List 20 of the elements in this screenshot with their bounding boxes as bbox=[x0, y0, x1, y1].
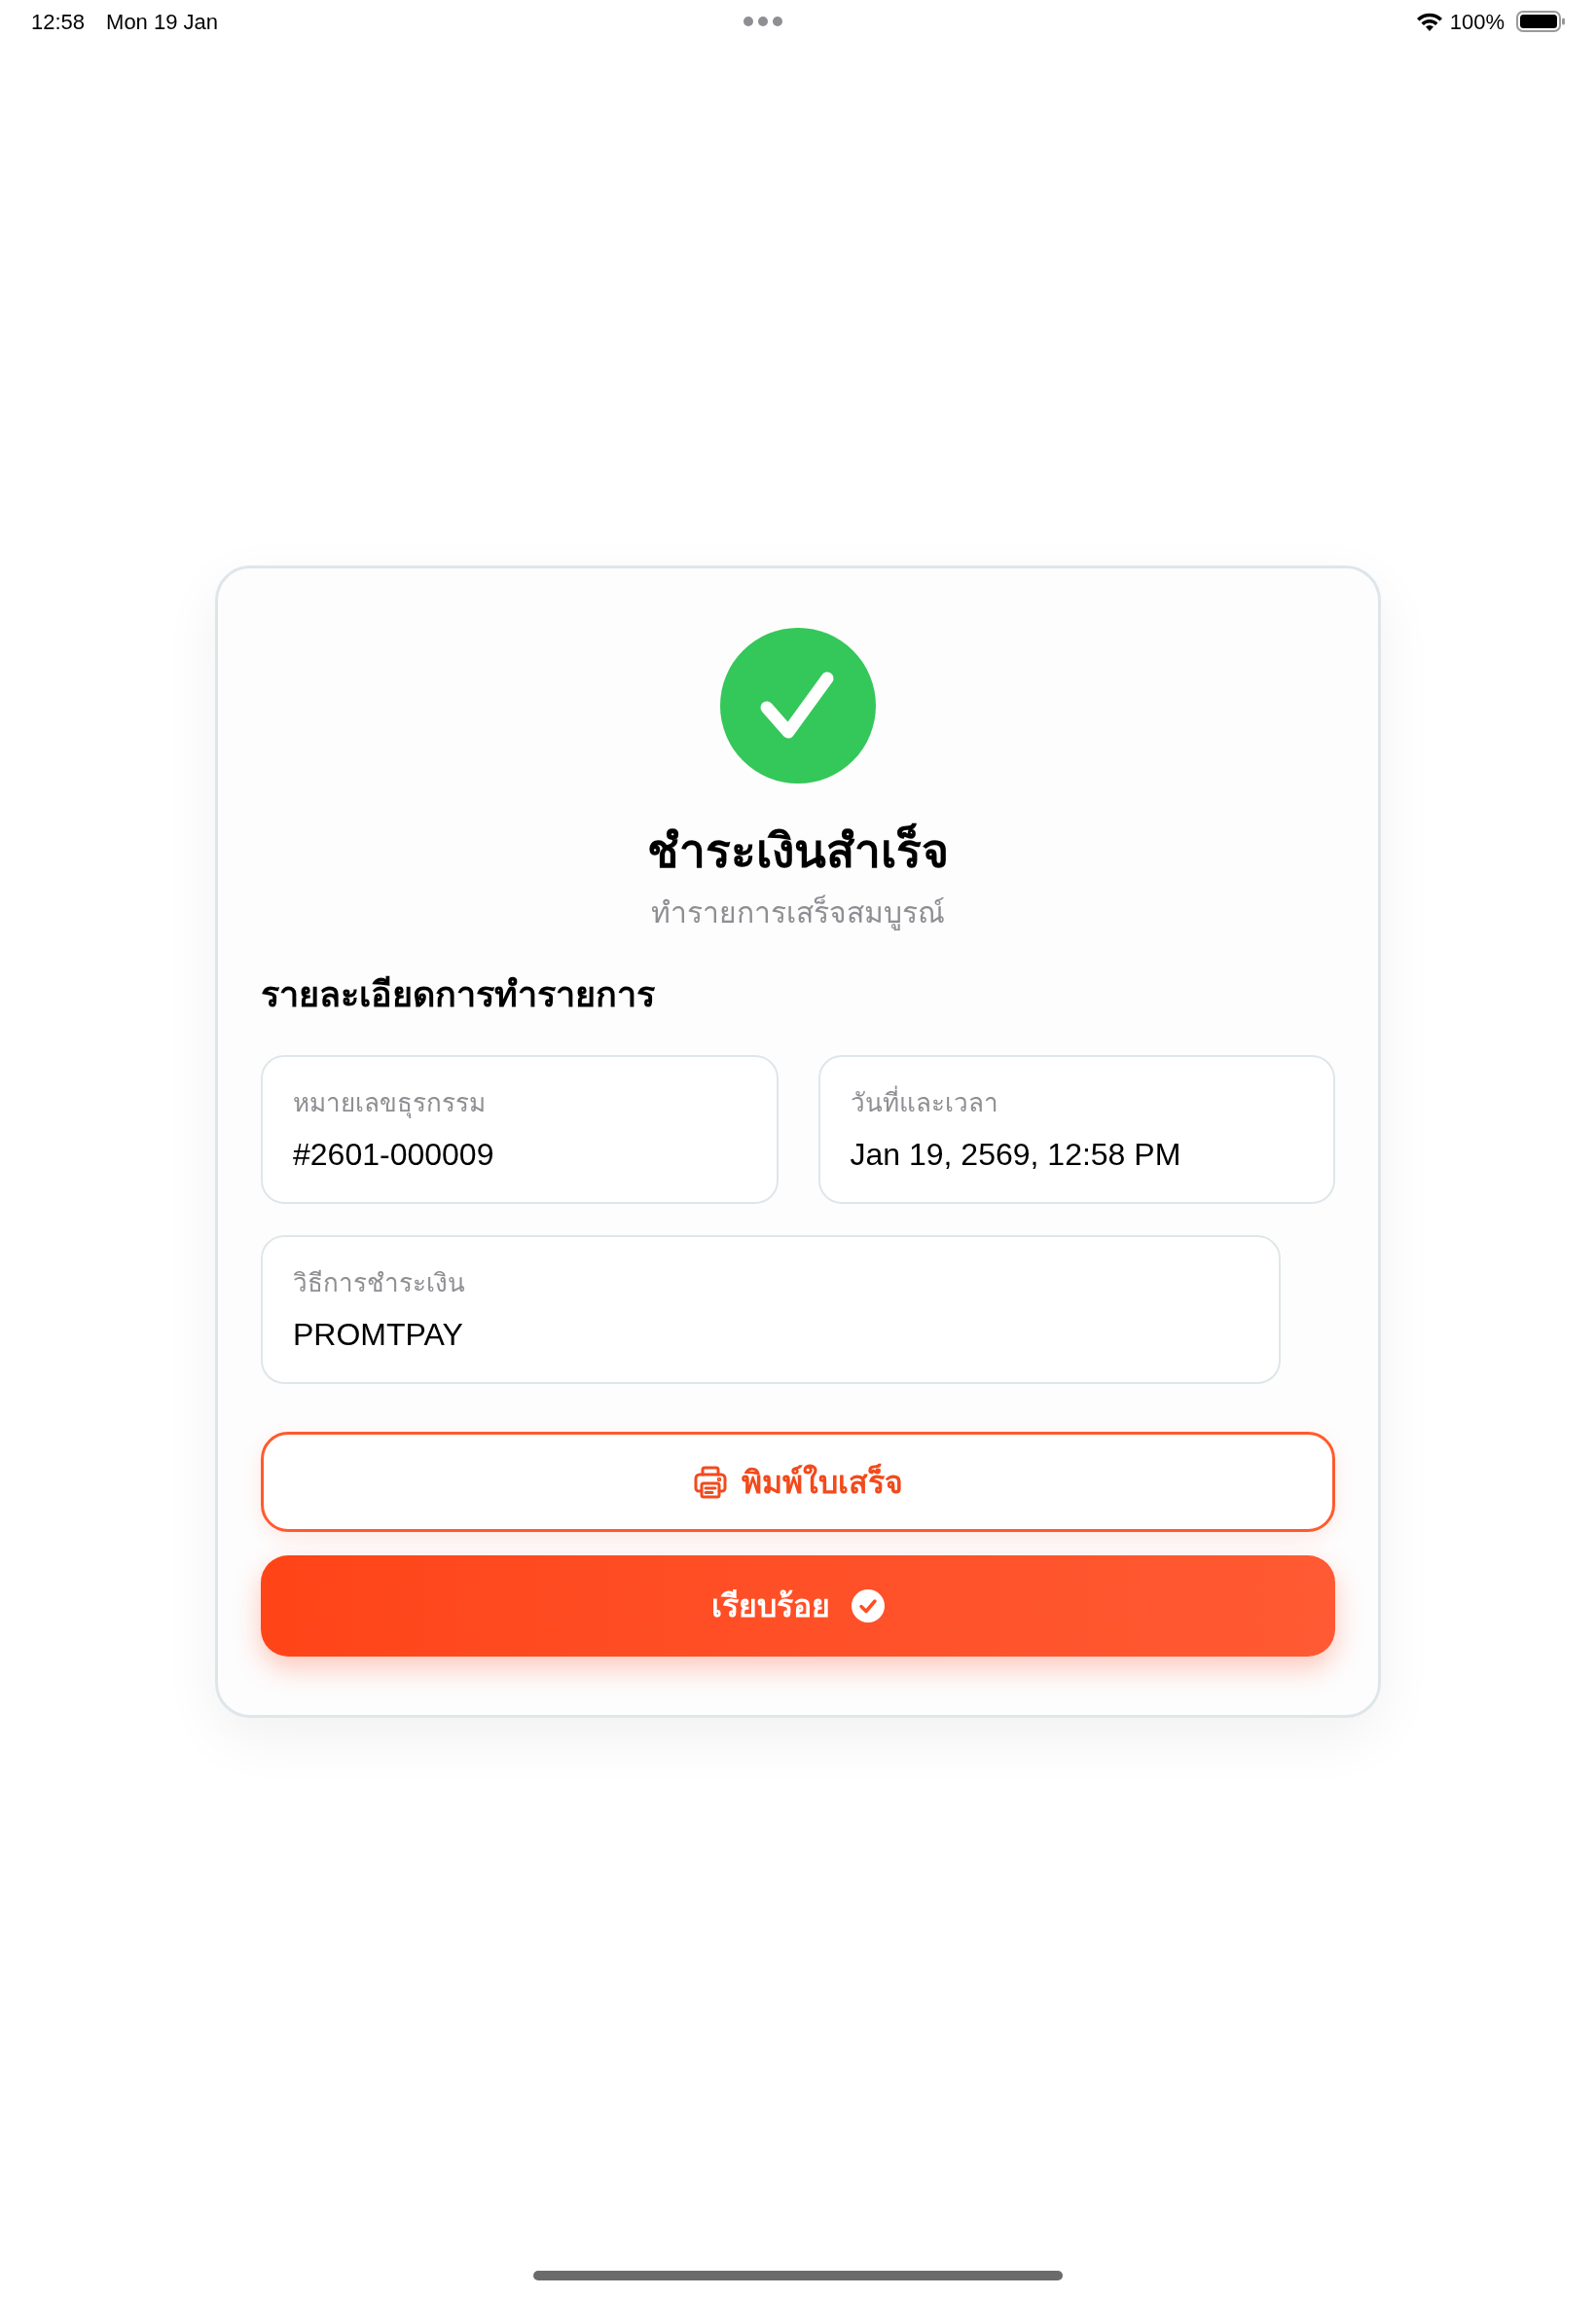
field-label: วิธีการชำระเงิน bbox=[293, 1267, 466, 1299]
multitasking-dots-icon[interactable] bbox=[744, 17, 782, 26]
success-subtitle: ทำรายการเสร็จสมบูรณ์ bbox=[651, 893, 945, 932]
status-date: Mon 19 Jan bbox=[106, 8, 219, 36]
battery-icon bbox=[1516, 11, 1565, 32]
field-label: หมายเลขธุรกรรม bbox=[293, 1087, 487, 1120]
check-circle-icon bbox=[852, 1589, 885, 1622]
battery-percent: 100% bbox=[1449, 8, 1505, 36]
printer-icon bbox=[693, 1464, 728, 1500]
section-heading: รายละเอียดการทำรายการ bbox=[261, 973, 656, 1016]
field-label: วันที่และเวลา bbox=[850, 1084, 1303, 1121]
status-time: 12:58 bbox=[31, 8, 86, 36]
field-value: PROMTPAY bbox=[293, 1316, 464, 1354]
success-title: ชำระเงินสำเร็จ bbox=[647, 820, 949, 883]
wifi-icon bbox=[1416, 12, 1442, 31]
field-value: #2601-000009 bbox=[293, 1136, 495, 1174]
field-value: Jan 19, 2569, 12:58 PM bbox=[850, 1136, 1182, 1174]
done-button[interactable]: เรียบร้อย bbox=[261, 1555, 1335, 1657]
success-check-icon bbox=[720, 628, 876, 784]
print-receipt-button[interactable]: พิมพ์ใบเสร็จ bbox=[261, 1432, 1335, 1532]
